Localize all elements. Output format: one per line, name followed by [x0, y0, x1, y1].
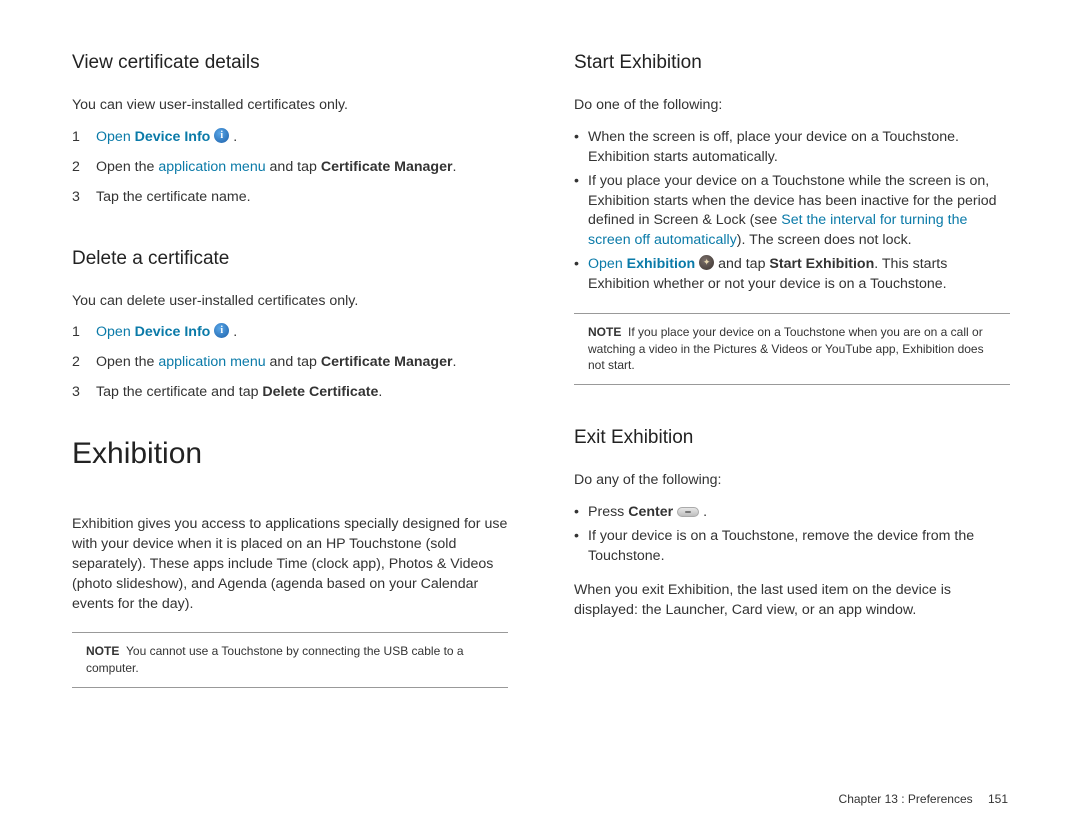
link-text: Open [588, 256, 627, 272]
bullet-post: . [699, 504, 707, 520]
step-number: 3 [72, 383, 96, 403]
note-box: NOTE If you place your device on a Touch… [574, 313, 1010, 385]
bullet-pre: Press [588, 504, 628, 520]
bullet-item: • When the screen is off, place your dev… [574, 128, 1010, 168]
step-body: Tap the certificate name. [96, 188, 508, 208]
page-content: View certificate details You can view us… [0, 0, 1080, 696]
step-number: 2 [72, 158, 96, 178]
note-body: You cannot use a Touchstone by connectin… [86, 644, 464, 675]
step-mid: and tap [266, 354, 321, 370]
bullet-body: Open Exhibition and tap Start Exhibition… [588, 255, 1010, 295]
step-pre: Tap the certificate and tap [96, 384, 262, 400]
bullet-body: Press Center . [588, 503, 1010, 523]
page-footer: Chapter 13 : Preferences 151 [839, 792, 1008, 806]
step-body: Open Device Info . [96, 323, 508, 343]
exhibition-icon [699, 255, 714, 270]
step-pre: Open the [96, 159, 158, 175]
steps-list: 1 Open Device Info . 2 Open the applicat… [72, 323, 508, 403]
note-label: NOTE [86, 644, 119, 658]
step-item: 3 Tap the certificate name. [72, 188, 508, 208]
step-tail: . [229, 324, 237, 340]
bullet-body: If your device is on a Touchstone, remov… [588, 527, 1010, 567]
step-item: 2 Open the application menu and tap Cert… [72, 158, 508, 178]
step-pre: Open the [96, 354, 158, 370]
note-text: NOTE You cannot use a Touchstone by conn… [86, 643, 498, 677]
step-tail: . [229, 129, 237, 145]
bold-text: Center [628, 504, 673, 520]
step-body: Open Device Info . [96, 128, 508, 148]
bullet-marker: • [574, 172, 588, 252]
step-item: 2 Open the application menu and tap Cert… [72, 353, 508, 373]
note-text: NOTE If you place your device on a Touch… [588, 324, 1000, 374]
step-mid: and tap [266, 159, 321, 175]
heading-exit-exhibition: Exit Exhibition [574, 427, 1010, 449]
bullet-post: ). The screen does not lock. [737, 232, 912, 248]
steps-list: 1 Open Device Info . 2 Open the applicat… [72, 128, 508, 208]
link-text: Open [96, 129, 135, 145]
device-info-icon [214, 128, 229, 143]
bold-text: Certificate Manager [321, 354, 453, 370]
step-body: Open the application menu and tap Certif… [96, 158, 508, 178]
link-bold: Device Info [135, 324, 211, 340]
link-text: application menu [158, 159, 265, 175]
step-number: 2 [72, 353, 96, 373]
intro-text: You can view user-installed certificates… [72, 96, 508, 116]
step-item: 3 Tap the certificate and tap Delete Cer… [72, 383, 508, 403]
link-text: Open [96, 324, 135, 340]
exhibition-paragraph: Exhibition gives you access to applicati… [72, 515, 508, 614]
bullet-body: If you place your device on a Touchstone… [588, 172, 1010, 252]
step-body: Open the application menu and tap Certif… [96, 353, 508, 373]
left-column: View certificate details You can view us… [72, 52, 508, 696]
link-bold: Device Info [135, 129, 211, 145]
heading-view-cert: View certificate details [72, 52, 508, 74]
bullet-item: • Press Center . [574, 503, 1010, 523]
intro-text: Do any of the following: [574, 471, 1010, 491]
step-tail: . [453, 354, 457, 370]
bullet-item: • If you place your device on a Touchsto… [574, 172, 1010, 252]
heading-delete-cert: Delete a certificate [72, 248, 508, 270]
right-column: Start Exhibition Do one of the following… [574, 52, 1010, 696]
bullet-item: • Open Exhibition and tap Start Exhibiti… [574, 255, 1010, 295]
heading-start-exhibition: Start Exhibition [574, 52, 1010, 74]
page-number: 151 [988, 792, 1008, 806]
bullet-list: • When the screen is off, place your dev… [574, 128, 1010, 295]
bullet-body: When the screen is off, place your devic… [588, 128, 1010, 168]
step-number: 1 [72, 323, 96, 343]
note-box: NOTE You cannot use a Touchstone by conn… [72, 632, 508, 688]
step-number: 1 [72, 128, 96, 148]
center-button-icon [677, 507, 699, 517]
step-item: 1 Open Device Info . [72, 128, 508, 148]
bullet-marker: • [574, 128, 588, 168]
bold-text: Certificate Manager [321, 159, 453, 175]
bullet-item: • If your device is on a Touchstone, rem… [574, 527, 1010, 567]
note-body: If you place your device on a Touchstone… [588, 325, 984, 373]
link-text: application menu [158, 354, 265, 370]
bullet-marker: • [574, 503, 588, 523]
bold-text: Start Exhibition [769, 256, 874, 272]
note-label: NOTE [588, 325, 621, 339]
outro-paragraph: When you exit Exhibition, the last used … [574, 581, 1010, 621]
bullet-list: • Press Center . • If your device is on … [574, 503, 1010, 567]
link-bold: Exhibition [627, 256, 696, 272]
intro-text: You can delete user-installed certificat… [72, 292, 508, 312]
bullet-marker: • [574, 527, 588, 567]
device-info-icon [214, 323, 229, 338]
step-tail: . [453, 159, 457, 175]
intro-text: Do one of the following: [574, 96, 1010, 116]
step-body: Tap the certificate and tap Delete Certi… [96, 383, 508, 403]
bullet-mid: and tap [714, 256, 769, 272]
step-tail: . [378, 384, 382, 400]
bold-text: Delete Certificate [262, 384, 378, 400]
step-number: 3 [72, 188, 96, 208]
bullet-marker: • [574, 255, 588, 295]
heading-exhibition: Exhibition [72, 437, 508, 471]
step-item: 1 Open Device Info . [72, 323, 508, 343]
chapter-label: Chapter 13 : Preferences [839, 792, 973, 806]
